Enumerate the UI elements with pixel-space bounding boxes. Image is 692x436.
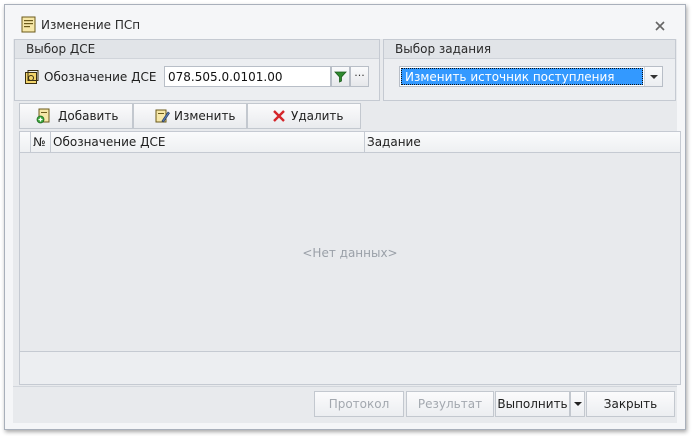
delete-button[interactable]: Удалить	[247, 103, 361, 129]
dse-designation-input[interactable]	[164, 66, 331, 87]
task-group-title: Выбор задания	[395, 42, 492, 56]
column-header-designation[interactable]: Обозначение ДСЕ	[51, 132, 365, 153]
empty-grid-message: <Нет данных>	[302, 246, 398, 260]
dse-group-title: Выбор ДСЕ	[26, 42, 96, 56]
task-selection-group: Выбор задания Изменить источник поступле…	[383, 39, 676, 101]
result-button[interactable]: Результат	[406, 391, 494, 417]
task-selected-value: Изменить источник поступления	[401, 68, 643, 85]
delete-x-icon	[273, 110, 285, 122]
filter-icon	[334, 71, 347, 83]
window-title: Изменение ПСп	[41, 18, 141, 32]
row-indicator-column	[20, 132, 31, 153]
execute-button[interactable]: Выполнить	[495, 391, 570, 417]
part-icon	[25, 70, 39, 84]
close-button[interactable]: Закрыть	[586, 391, 675, 417]
task-select[interactable]: Изменить источник поступления	[399, 66, 663, 87]
data-grid[interactable]: № Обозначение ДСЕ Задание <Нет данных>	[19, 131, 681, 385]
column-header-task[interactable]: Задание	[365, 132, 680, 153]
edit-label: Изменить	[174, 109, 236, 123]
task-group-header: Выбор задания	[384, 40, 675, 59]
edit-icon	[155, 109, 170, 123]
document-icon	[21, 16, 36, 33]
execute-dropdown-chevron-icon[interactable]	[570, 391, 585, 417]
close-icon[interactable]	[653, 19, 667, 33]
chevron-down-icon[interactable]	[644, 67, 662, 86]
edit-button[interactable]: Изменить	[133, 103, 247, 129]
add-button[interactable]: Добавить	[19, 103, 133, 129]
browse-button[interactable]: ···	[350, 66, 369, 87]
add-document-icon	[36, 108, 50, 124]
title-bar[interactable]: Изменение ПСп	[5, 5, 685, 38]
dse-selection-group: Выбор ДСЕ Обозначение ДСЕ ···	[14, 39, 380, 101]
grid-header: № Обозначение ДСЕ Задание	[20, 132, 680, 153]
column-header-number[interactable]: №	[31, 132, 51, 153]
add-label: Добавить	[58, 109, 119, 123]
dse-group-header: Выбор ДСЕ	[15, 40, 379, 59]
bottom-divider	[13, 386, 677, 387]
filter-button[interactable]	[331, 66, 350, 87]
delete-label: Удалить	[291, 109, 344, 123]
dialog-window: Изменение ПСп Выбор ДСЕ Обозначение ДСЕ	[4, 4, 686, 430]
protocol-button[interactable]: Протокол	[314, 391, 404, 417]
grid-footer	[20, 351, 680, 384]
dialog-body: Выбор ДСЕ Обозначение ДСЕ ··· Выбор зада…	[13, 39, 681, 423]
dse-designation-label: Обозначение ДСЕ	[44, 70, 157, 84]
